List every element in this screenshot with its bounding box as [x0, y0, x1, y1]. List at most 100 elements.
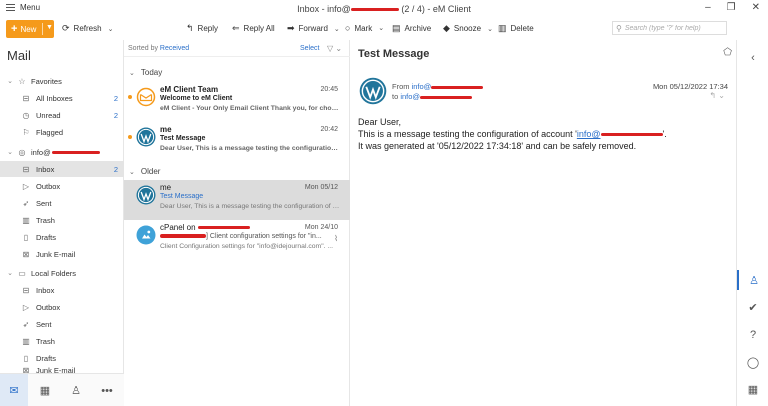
message-body: Dear User, This is a message testing the… — [358, 117, 667, 151]
reply-icon: ↰ — [186, 23, 194, 33]
plus-icon: + — [11, 23, 18, 35]
account-link[interactable]: info@ — [577, 129, 663, 139]
mark-button[interactable]: ○ Mark ⌄ — [345, 23, 384, 33]
close-button[interactable]: ✕ — [752, 2, 760, 13]
outbox-icon: ▷ — [22, 302, 30, 312]
flag-icon: ⚐ — [22, 127, 30, 137]
redaction-mark — [160, 234, 206, 239]
contacts-icon[interactable]: ♙ — [62, 374, 90, 406]
sidebar-item-trash[interactable]: ▥ Trash — [0, 212, 124, 228]
search-box[interactable]: ⚲ — [612, 21, 727, 35]
drafts-icon: ▯ — [23, 353, 29, 363]
junk-icon: ⊠ — [22, 249, 30, 259]
maximize-button[interactable]: ❐ — [727, 2, 736, 13]
sidebar-item-outbox[interactable]: ▷ Outbox — [0, 178, 124, 194]
trash-icon: ▥ — [22, 336, 30, 346]
minimize-button[interactable]: – — [705, 2, 711, 13]
calendar-icon[interactable]: ▦ — [31, 374, 59, 406]
folder-sidebar: Mail ⌄ ☆ Favorites ⊟ All Inboxes 2 ◷ Unr… — [0, 40, 124, 406]
trash-icon: ▥ — [22, 215, 30, 225]
select-button[interactable]: Select — [300, 45, 319, 52]
group-header-today[interactable]: ⌄ Today — [129, 68, 162, 77]
clock-icon: ◷ — [22, 110, 30, 120]
contact-icon[interactable]: ♙ — [737, 270, 768, 290]
chevron-down-icon: ⌄ — [378, 25, 385, 32]
sent-icon: ➶ — [22, 198, 30, 208]
sender-address[interactable]: info@ — [412, 82, 432, 91]
forward-icon: ➡ — [287, 23, 295, 33]
paperclip-icon: ⌇ — [334, 234, 338, 243]
reply-all-button[interactable]: ⇐ Reply All — [232, 23, 275, 34]
wordpress-avatar-icon — [136, 127, 156, 147]
sidebar-item-local-trash[interactable]: ▥ Trash — [0, 333, 124, 349]
reply-icon[interactable]: ↰ ⌄ — [709, 91, 725, 100]
tag-icon[interactable]: ⬠ — [723, 47, 732, 58]
redaction-mark — [431, 85, 484, 89]
message-list: Sorted by Received Select ▽ ⌄ ⌄ Today eM… — [124, 40, 350, 406]
list-item[interactable]: me 20:42 Test Message Dear User, This is… — [124, 122, 350, 162]
sidebar-item-junk[interactable]: ⊠ Junk E-mail — [0, 246, 124, 262]
list-header: Sorted by Received Select ▽ ⌄ — [124, 43, 350, 57]
wordpress-avatar-icon — [359, 77, 387, 105]
refresh-icon: ⟳ — [62, 23, 70, 33]
chevron-down-icon[interactable]: ▼ — [46, 24, 53, 31]
reading-pane: Test Message ⬠ From info@ to info@ Mon 0… — [350, 40, 736, 406]
recipient-address[interactable]: info@ — [400, 92, 420, 101]
cpanel-avatar-icon — [136, 225, 156, 245]
refresh-button[interactable]: ⟳ Refresh ⌄ — [62, 23, 113, 34]
unread-dot — [128, 95, 132, 99]
list-item[interactable]: me Mon 05/12 Test Message Dear User, Thi… — [124, 180, 350, 220]
toolbar: + New ▼ ⟳ Refresh ⌄ ↰ Reply ⇐ Reply All … — [0, 18, 768, 40]
chevron-down-icon: ⌄ — [129, 69, 135, 77]
sort-selector[interactable]: Sorted by Received — [128, 45, 189, 52]
sidebar-item-local-sent[interactable]: ➶ Sent — [0, 316, 124, 332]
redaction-mark — [197, 226, 250, 230]
sidebar-item-sent[interactable]: ➶ Sent — [0, 195, 124, 211]
drafts-icon: ▯ — [23, 232, 29, 242]
account-group[interactable]: ⌄ ◎ info@ — [0, 144, 124, 160]
more-icon[interactable]: ••• — [93, 374, 121, 406]
trash-icon: ▥ — [498, 23, 507, 33]
sidebar-item-all-inboxes[interactable]: ⊟ All Inboxes 2 — [0, 90, 124, 106]
sidebar-item-local-outbox[interactable]: ▷ Outbox — [0, 299, 124, 315]
unread-dot — [128, 135, 132, 139]
chat-icon[interactable]: ◯ — [737, 352, 768, 372]
chevron-down-icon: ⌄ — [487, 25, 493, 33]
mail-icon[interactable]: ✉ — [0, 374, 28, 406]
search-input[interactable] — [624, 24, 723, 32]
snooze-button[interactable]: ◆ Snooze ⌄ — [443, 23, 493, 34]
filter-icon[interactable]: ▽ ⌄ — [327, 44, 342, 53]
module-switcher: ✉ ▦ ♙ ••• — [0, 373, 124, 406]
sidebar-item-local-drafts[interactable]: ▯ Drafts — [0, 350, 124, 366]
favorites-group[interactable]: ⌄ ☆ Favorites — [0, 73, 124, 89]
message-date: Mon 05/12/2022 17:34 — [652, 82, 728, 91]
at-icon: ◎ — [18, 147, 26, 157]
reply-button[interactable]: ↰ Reply — [186, 23, 218, 34]
chevron-down-icon: ⌄ — [129, 168, 135, 176]
sidebar-item-drafts[interactable]: ▯ Drafts — [0, 229, 124, 245]
delete-button[interactable]: ▥ Delete — [498, 23, 534, 34]
archive-button[interactable]: ▤ Archive — [392, 23, 431, 34]
archive-icon: ▤ — [392, 23, 401, 33]
recipient-line: to info@ — [392, 92, 473, 101]
sidebar-item-local-inbox[interactable]: ⊟ Inbox — [0, 282, 124, 298]
local-folders-group[interactable]: ⌄ ▭ Local Folders — [0, 265, 124, 281]
sidebar-item-inbox[interactable]: ⊟ Inbox 2 — [0, 161, 124, 177]
redaction-mark — [420, 95, 473, 99]
collapse-chevron-icon[interactable]: ‹ — [737, 48, 768, 68]
forward-button[interactable]: ➡ Forward ⌄ — [287, 23, 340, 34]
sidebar-item-flagged[interactable]: ⚐ Flagged — [0, 124, 124, 140]
sidebar-item-unread[interactable]: ◷ Unread 2 — [0, 107, 124, 123]
sent-icon: ➶ — [22, 319, 30, 329]
help-icon[interactable]: ? — [737, 325, 768, 345]
new-button[interactable]: + New ▼ — [6, 20, 54, 38]
calendar-icon[interactable]: ▦ — [737, 379, 768, 399]
check-icon[interactable]: ✔ — [737, 297, 768, 317]
redaction-mark — [600, 133, 663, 137]
list-item[interactable]: eM Client Team 20:45 Welcome to eM Clien… — [124, 82, 350, 122]
star-icon: ☆ — [18, 76, 26, 86]
redaction-mark — [350, 8, 399, 12]
chevron-down-icon: ⌄ — [7, 78, 13, 85]
list-item[interactable]: cPanel on Mon 24/10 ] Client configurati… — [124, 220, 350, 260]
group-header-older[interactable]: ⌄ Older — [129, 167, 160, 176]
